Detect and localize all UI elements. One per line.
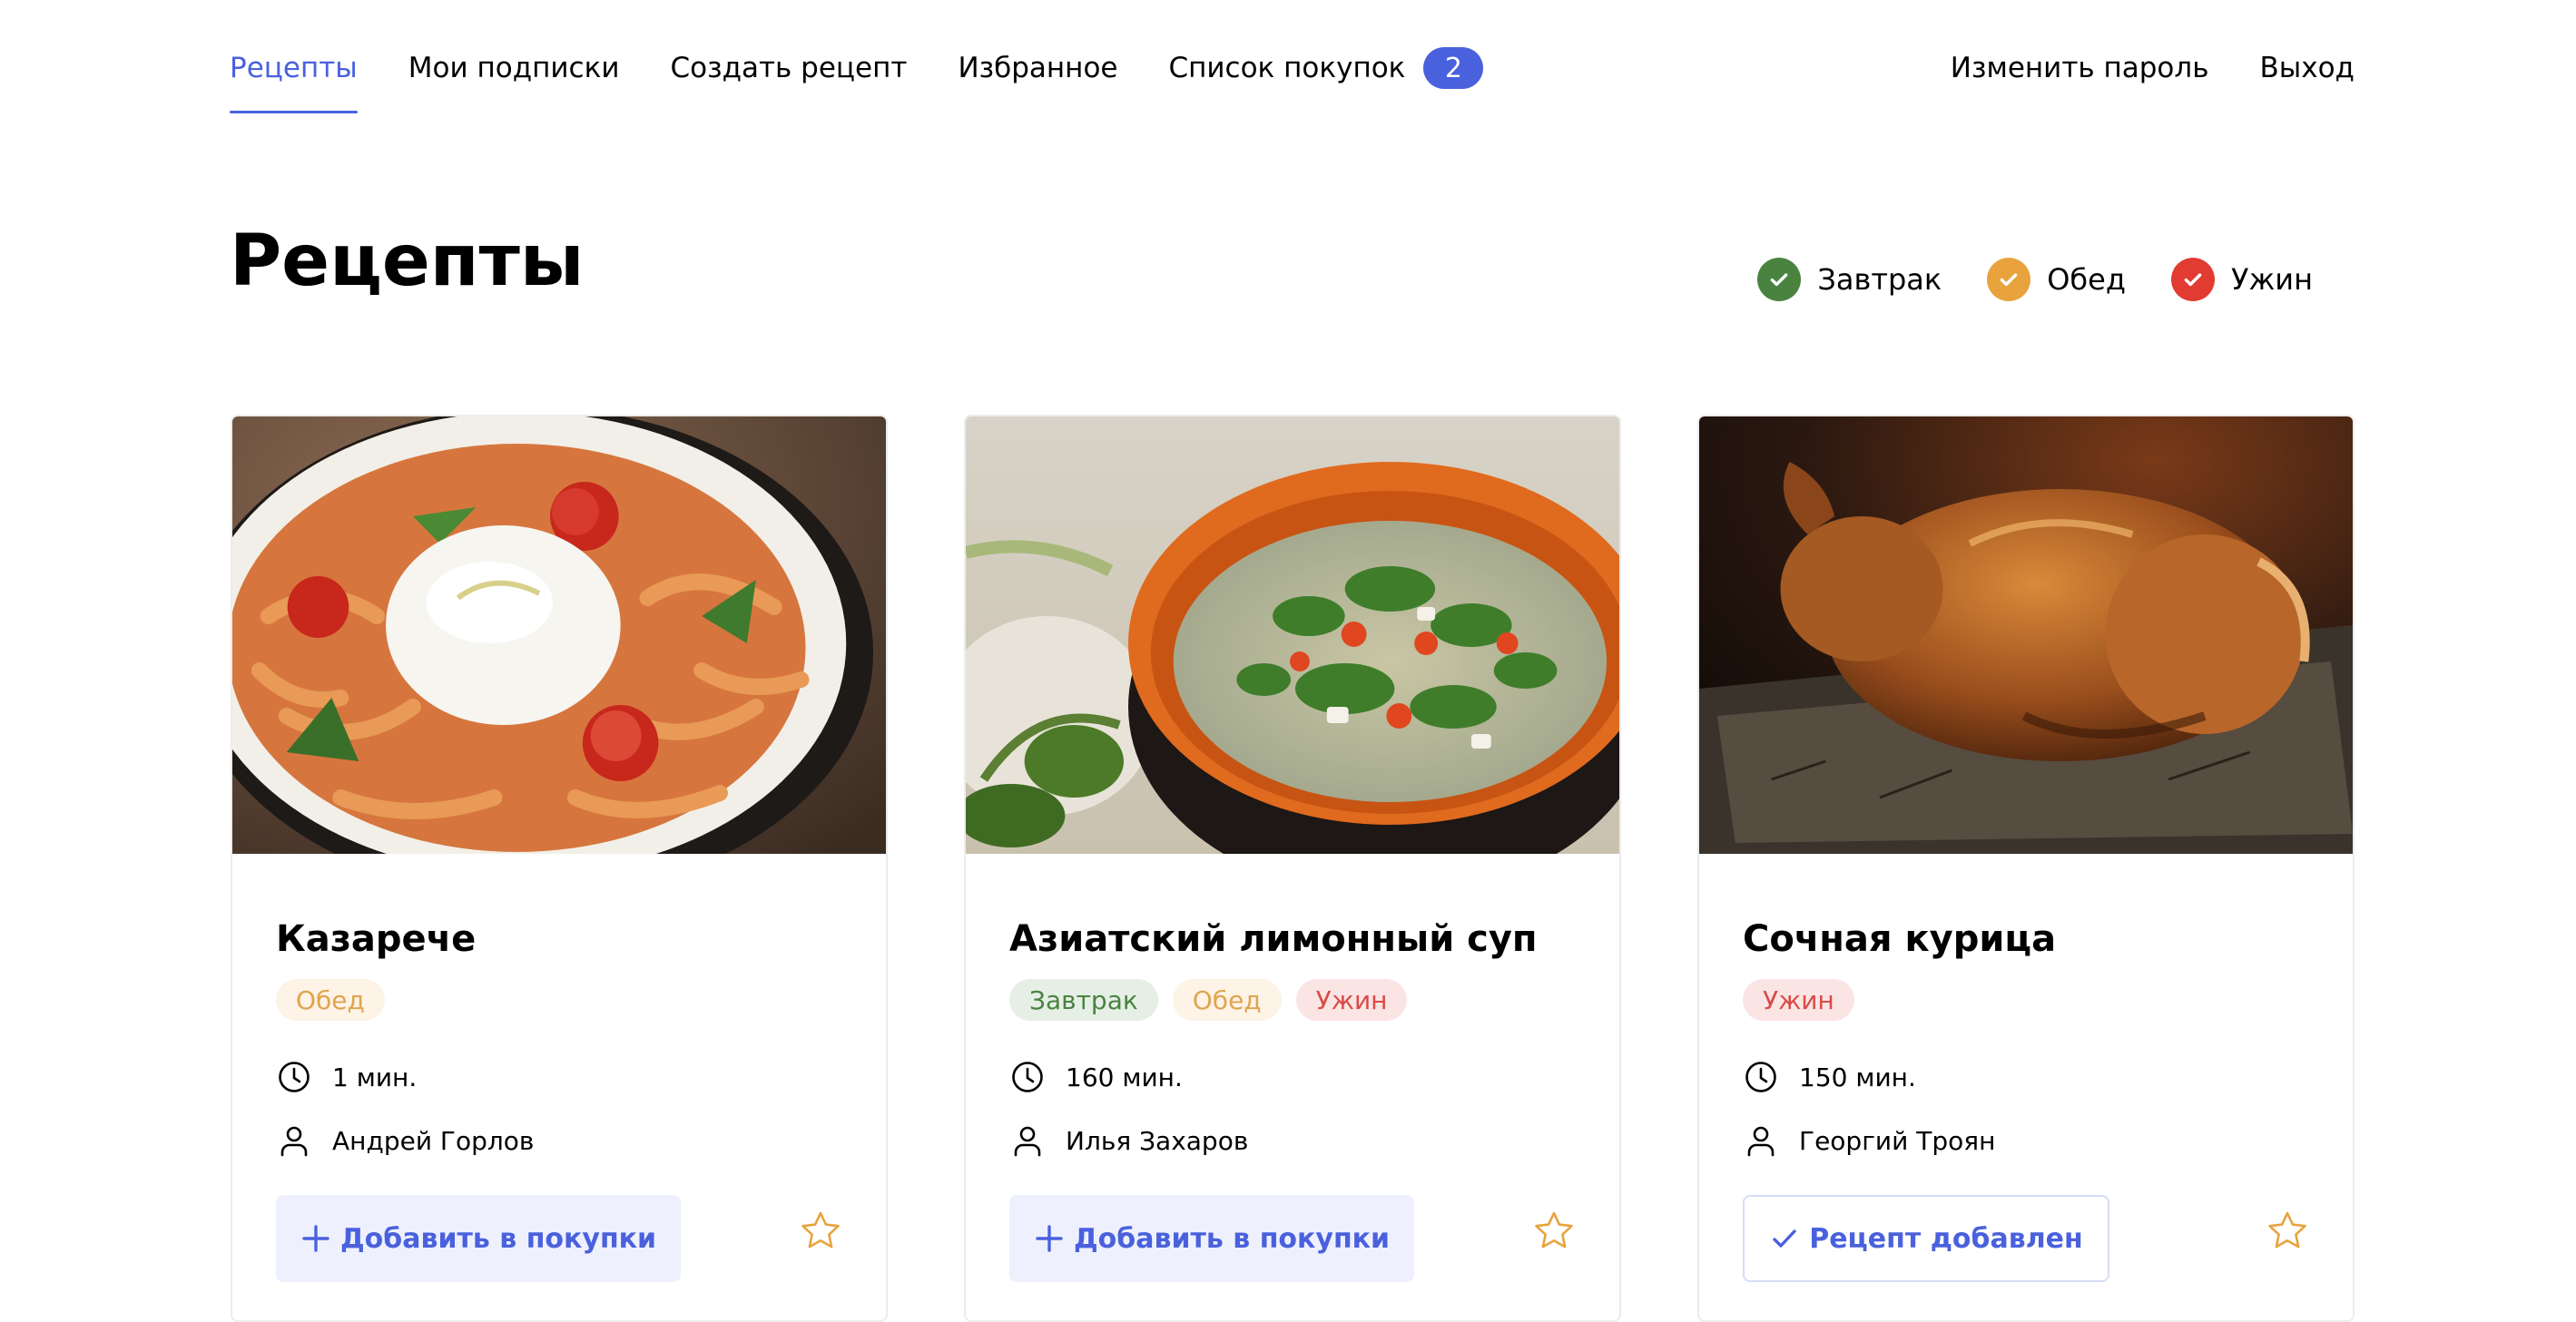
nav-item-logout[interactable]: Выход <box>2260 0 2355 136</box>
nav-item-change-password[interactable]: Изменить пароль <box>1951 0 2209 136</box>
star-icon[interactable] <box>1532 1209 1576 1253</box>
check-icon[interactable] <box>1987 258 2031 301</box>
filter-lunch[interactable]: Обед <box>1987 258 2126 301</box>
account-nav: Изменить пароль Выход <box>1900 0 2355 136</box>
nav-item-recipes[interactable]: Рецепты <box>230 0 358 136</box>
plus-icon <box>300 1223 331 1254</box>
nav-item-create-recipe[interactable]: Создать рецепт <box>670 0 907 136</box>
recipe-added-button[interactable]: Рецепт добавлен <box>1743 1195 2109 1282</box>
check-icon[interactable] <box>1757 258 1802 301</box>
recipe-image-pasta[interactable] <box>232 416 886 854</box>
main-nav: Рецепты Мои подписки Создать рецепт Избр… <box>230 0 1534 136</box>
recipe-title[interactable]: Сочная курица <box>1743 854 2309 963</box>
tag-lunch: Обед <box>276 979 385 1021</box>
add-to-shopping-list-label: Добавить в покупки <box>339 1222 657 1255</box>
top-navigation: Рецепты Мои подписки Создать рецепт Избр… <box>0 0 2576 136</box>
tag-dinner: Ужин <box>1295 979 1408 1021</box>
recipe-actions: Рецепт добавлен <box>1743 1195 2309 1282</box>
filter-label-lunch: Обед <box>2047 262 2126 297</box>
cooking-time-value: 150 мин. <box>1799 1062 1916 1092</box>
recipe-cooking-time: 1 мин. <box>276 1059 842 1095</box>
nav-item-subscriptions[interactable]: Мои подписки <box>408 0 620 136</box>
nav-item-shopping-list[interactable]: Список покупок 2 <box>1168 0 1484 136</box>
clock-icon <box>1743 1059 1779 1095</box>
author-name[interactable]: Андрей Горлов <box>332 1126 534 1156</box>
recipe-tags: Завтрак Обед Ужин <box>1009 979 1576 1023</box>
page-title: Рецепты <box>230 220 585 302</box>
recipe-card-body: Казарече Обед 1 мин. Андрей Горлов Добав… <box>232 854 886 1282</box>
recipe-cooking-time: 160 мин. <box>1009 1059 1576 1095</box>
recipe-tags: Ужин <box>1743 979 2309 1023</box>
user-icon <box>1009 1122 1046 1159</box>
recipe-added-label: Рецепт добавлен <box>1809 1222 2083 1255</box>
filter-label-breakfast: Завтрак <box>1817 262 1942 297</box>
tag-dinner: Ужин <box>1743 979 1854 1021</box>
recipe-title[interactable]: Азиатский лимонный суп <box>1009 854 1576 963</box>
recipe-author: Илья Захаров <box>1009 1122 1576 1159</box>
check-icon[interactable] <box>2170 258 2215 301</box>
recipe-image-soup[interactable] <box>966 416 1619 854</box>
recipe-actions: Добавить в покупки <box>1009 1195 1576 1282</box>
recipe-grid: Казарече Обед 1 мин. Андрей Горлов Добав… <box>231 415 2355 1322</box>
recipe-author: Георгий Троян <box>1743 1122 2309 1159</box>
author-name[interactable]: Илья Захаров <box>1066 1126 1248 1156</box>
filter-dinner[interactable]: Ужин <box>2170 258 2313 301</box>
user-icon <box>1743 1122 1779 1159</box>
cooking-time-value: 1 мин. <box>332 1062 418 1092</box>
nav-label-recipes: Рецепты <box>230 52 358 84</box>
recipe-card: Казарече Обед 1 мин. Андрей Горлов Добав… <box>231 415 888 1322</box>
recipe-actions: Добавить в покупки <box>276 1195 842 1282</box>
nav-label-subscriptions: Мои подписки <box>408 52 620 84</box>
recipe-author: Андрей Горлов <box>276 1122 842 1159</box>
check-icon <box>1769 1223 1800 1254</box>
tag-breakfast: Завтрак <box>1009 979 1158 1021</box>
author-name[interactable]: Георгий Троян <box>1799 1126 1995 1156</box>
tag-lunch: Обед <box>1172 979 1282 1021</box>
recipe-card: Азиатский лимонный суп Завтрак Обед Ужин… <box>964 415 1621 1322</box>
star-icon[interactable] <box>2266 1209 2309 1253</box>
star-icon[interactable] <box>799 1209 842 1253</box>
recipe-card-body: Сочная курица Ужин 150 мин. Георгий Троя… <box>1699 854 2353 1282</box>
cooking-time-value: 160 мин. <box>1066 1062 1183 1092</box>
nav-item-favorites[interactable]: Избранное <box>958 0 1117 136</box>
recipe-card: Сочная курица Ужин 150 мин. Георгий Троя… <box>1697 415 2355 1322</box>
nav-label-change-password: Изменить пароль <box>1950 52 2209 84</box>
meal-filters: Завтрак Обед Ужин <box>1712 254 2313 305</box>
shopping-list-count-badge: 2 <box>1423 47 1484 89</box>
add-to-shopping-list-button[interactable]: Добавить в покупки <box>276 1195 681 1282</box>
clock-icon <box>276 1059 312 1095</box>
nav-label-shopping-list: Список покупок <box>1168 52 1406 84</box>
recipe-tags: Обед <box>276 979 842 1023</box>
add-to-shopping-list-button[interactable]: Добавить в покупки <box>1009 1195 1414 1282</box>
clock-icon <box>1009 1059 1046 1095</box>
add-to-shopping-list-label: Добавить в покупки <box>1073 1222 1391 1255</box>
nav-label-create-recipe: Создать рецепт <box>670 52 908 84</box>
recipe-cooking-time: 150 мин. <box>1743 1059 2309 1095</box>
plus-icon <box>1034 1223 1065 1254</box>
filter-breakfast[interactable]: Завтрак <box>1757 258 1942 301</box>
nav-label-favorites: Избранное <box>958 52 1118 84</box>
recipe-image-chicken[interactable] <box>1699 416 2353 854</box>
user-icon <box>276 1122 312 1159</box>
filter-label-dinner: Ужин <box>2230 262 2313 297</box>
recipe-card-body: Азиатский лимонный суп Завтрак Обед Ужин… <box>966 854 1619 1282</box>
nav-label-logout: Выход <box>2259 52 2355 84</box>
recipe-title[interactable]: Казарече <box>276 854 842 963</box>
